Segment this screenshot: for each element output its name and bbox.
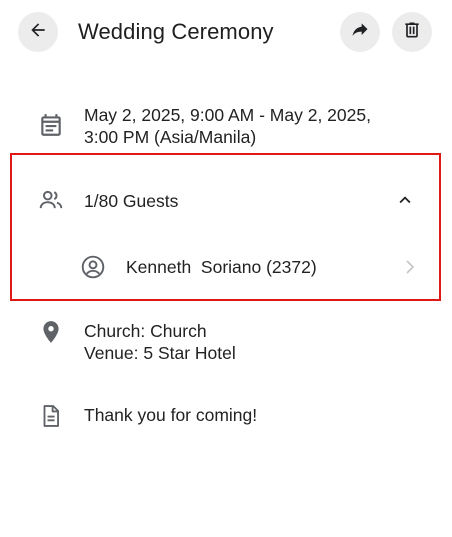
share-arrow-icon [350,20,370,45]
event-location: Church: Church Venue: 5 Star Hotel [84,320,236,364]
document-icon [38,403,64,429]
back-button[interactable] [18,12,58,52]
church-label: Church: Church [84,321,207,341]
event-note: Thank you for coming! [84,405,258,425]
date-line-1: May 2, 2025, 9:00 AM - May 2, 2025, [84,105,371,125]
account-circle-icon [80,254,106,280]
app-header: Wedding Ceremony [0,0,452,66]
page-title: Wedding Ceremony [78,19,274,44]
chevron-right-icon[interactable] [402,258,418,276]
people-icon [38,187,64,213]
chevron-up-icon[interactable] [394,189,416,211]
event-date-range: May 2, 2025, 9:00 AM - May 2, 2025, 3:00… [84,104,371,148]
map-pin-icon [38,319,64,345]
guest-name: Kenneth Soriano (2372) [126,257,317,277]
delete-button[interactable] [392,12,432,52]
guest-count: 1/80 Guests [84,191,179,211]
date-line-2: 3:00 PM (Asia/Manila) [84,127,257,147]
calendar-icon [38,112,64,138]
trash-icon [402,20,422,45]
arrow-left-icon [28,20,48,45]
share-button[interactable] [340,12,380,52]
venue-label: Venue: 5 Star Hotel [84,343,236,363]
